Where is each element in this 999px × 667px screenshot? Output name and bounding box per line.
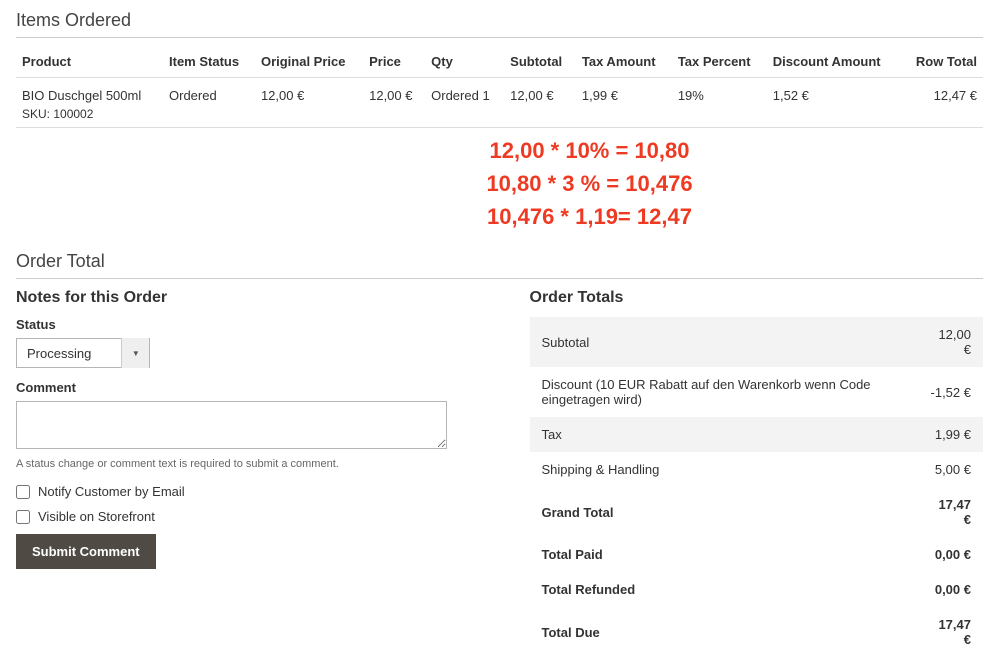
visible-storefront-label: Visible on Storefront — [38, 509, 155, 524]
col-row-total: Row Total — [901, 48, 983, 78]
notify-customer-label: Notify Customer by Email — [38, 484, 185, 499]
col-item-status: Item Status — [163, 48, 255, 78]
notify-customer-checkbox[interactable] — [16, 485, 30, 499]
items-ordered-title: Items Ordered — [16, 10, 983, 38]
totals-subtotal-label: Subtotal — [530, 317, 918, 367]
col-tax-percent: Tax Percent — [672, 48, 767, 78]
comment-textarea[interactable] — [16, 401, 447, 449]
calc-line-3: 10,476 * 1,19= 12,47 — [196, 200, 983, 233]
status-select-value: Processing — [17, 346, 121, 361]
col-tax-amount: Tax Amount — [576, 48, 672, 78]
totals-tax-value: 1,99 € — [918, 417, 983, 452]
col-original-price: Original Price — [255, 48, 363, 78]
visible-storefront-checkbox[interactable] — [16, 510, 30, 524]
totals-due-value: 17,47 € — [918, 607, 983, 657]
totals-subtotal-value: 12,00 € — [918, 317, 983, 367]
cell-discount-amount: 1,52 € — [767, 78, 901, 128]
comment-label: Comment — [16, 380, 470, 395]
totals-shipping-label: Shipping & Handling — [530, 452, 918, 487]
product-name: BIO Duschgel 500ml — [22, 88, 157, 103]
order-totals-title: Order Totals — [530, 289, 984, 307]
totals-shipping-value: 5,00 € — [918, 452, 983, 487]
col-subtotal: Subtotal — [504, 48, 576, 78]
submit-comment-button[interactable]: Submit Comment — [16, 534, 156, 569]
chevron-down-icon: ▼ — [121, 338, 149, 368]
cell-original-price: 12,00 € — [255, 78, 363, 128]
totals-paid-value: 0,00 € — [918, 537, 983, 572]
comment-hint: A status change or comment text is requi… — [16, 458, 470, 470]
status-select[interactable]: Processing ▼ — [16, 338, 150, 368]
col-product: Product — [16, 48, 163, 78]
items-table: Product Item Status Original Price Price… — [16, 48, 983, 128]
cell-subtotal: 12,00 € — [504, 78, 576, 128]
order-totals-panel: Order Totals Subtotal 12,00 € Discount (… — [530, 289, 984, 657]
totals-discount-label: Discount (10 EUR Rabatt auf den Warenkor… — [530, 367, 918, 417]
cell-qty: Ordered 1 — [425, 78, 504, 128]
totals-refunded-value: 0,00 € — [918, 572, 983, 607]
totals-grandtotal-value: 17,47 € — [918, 487, 983, 537]
cell-row-total: 12,47 € — [901, 78, 983, 128]
calculation-annotation: 12,00 * 10% = 10,80 10,80 * 3 % = 10,476… — [196, 134, 983, 233]
totals-grandtotal-label: Grand Total — [530, 487, 918, 537]
totals-discount-value: -1,52 € — [918, 367, 983, 417]
totals-refunded-label: Total Refunded — [530, 572, 918, 607]
totals-tax-label: Tax — [530, 417, 918, 452]
totals-due-label: Total Due — [530, 607, 918, 657]
status-label: Status — [16, 317, 470, 332]
cell-item-status: Ordered — [163, 78, 255, 128]
totals-paid-label: Total Paid — [530, 537, 918, 572]
cell-tax-amount: 1,99 € — [576, 78, 672, 128]
notes-panel: Notes for this Order Status Processing ▼… — [16, 289, 470, 657]
col-price: Price — [363, 48, 425, 78]
notes-title: Notes for this Order — [16, 289, 470, 307]
cell-tax-percent: 19% — [672, 78, 767, 128]
calc-line-2: 10,80 * 3 % = 10,476 — [196, 167, 983, 200]
order-total-title: Order Total — [16, 251, 983, 279]
order-totals-table: Subtotal 12,00 € Discount (10 EUR Rabatt… — [530, 317, 984, 657]
calc-line-1: 12,00 * 10% = 10,80 — [196, 134, 983, 167]
product-sku: SKU: 100002 — [22, 107, 157, 121]
table-row: BIO Duschgel 500ml SKU: 100002 Ordered 1… — [16, 78, 983, 128]
cell-price: 12,00 € — [363, 78, 425, 128]
col-qty: Qty — [425, 48, 504, 78]
col-discount-amount: Discount Amount — [767, 48, 901, 78]
